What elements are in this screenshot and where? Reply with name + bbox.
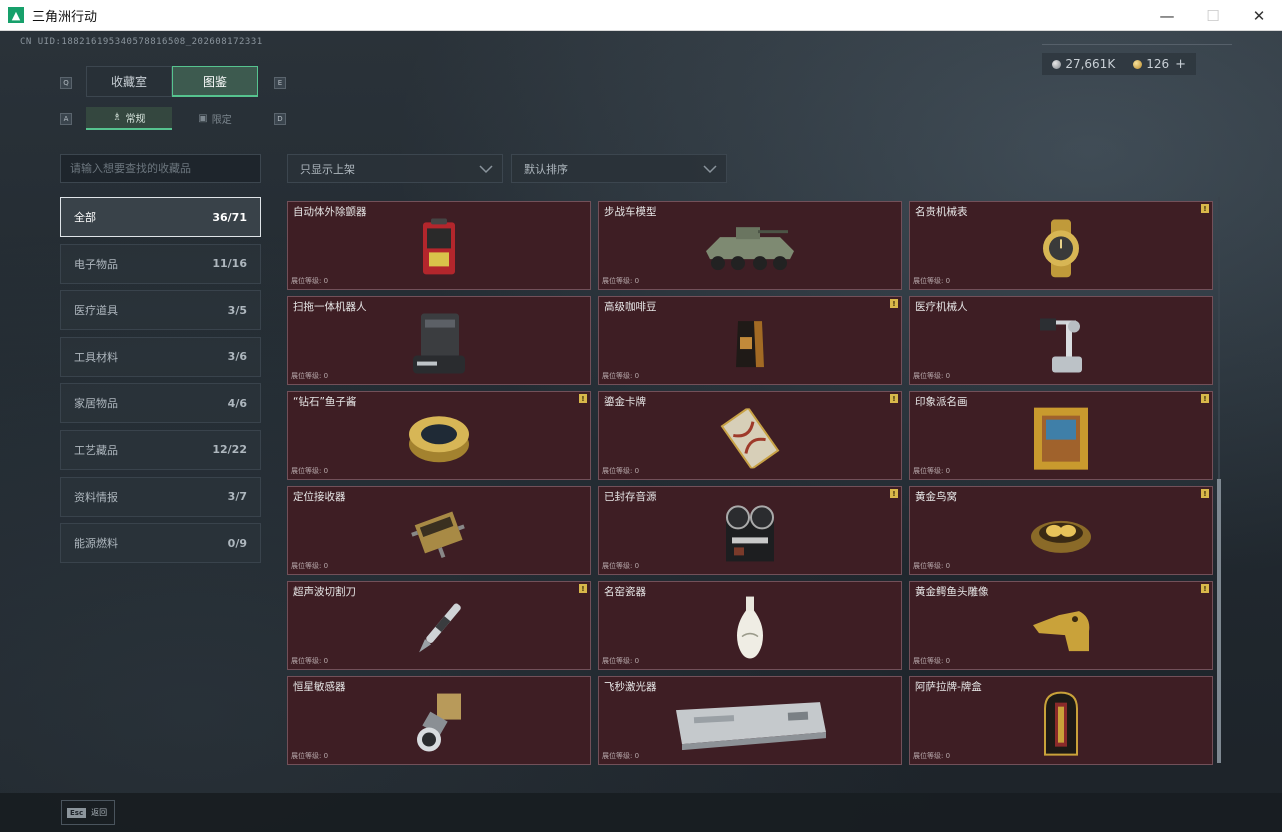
category-medical[interactable]: 医疗道具 3/5	[60, 290, 261, 331]
item-card[interactable]: 高级咖啡豆 ! 展位等级: 0	[598, 296, 902, 385]
golden-nest-icon	[1031, 520, 1091, 553]
item-card[interactable]: 鎏金卡牌 ! 展位等级: 0	[598, 391, 902, 480]
item-card[interactable]: 自动体外除颤器 展位等级: 0	[287, 201, 591, 290]
new-item-badge: !	[579, 584, 587, 593]
caviar-tin-icon	[409, 415, 469, 462]
category-crafts[interactable]: 工艺藏品 12/22	[60, 429, 261, 470]
silver-currency: 27,661K	[1052, 57, 1115, 71]
item-card[interactable]: 定位接收器 展位等级: 0	[287, 486, 591, 575]
item-card[interactable]: 阿萨拉牌-牌盒 展位等级: 0	[909, 676, 1213, 765]
item-card[interactable]: 黄金鳄鱼头雕像 ! 展位等级: 0	[909, 581, 1213, 670]
item-card[interactable]: 超声波切割刀 ! 展位等级: 0	[287, 581, 591, 670]
item-card[interactable]: 名贵机械表 ! 展位等级: 0	[909, 201, 1213, 290]
currency-bar: 27,661K 126 +	[1042, 53, 1196, 75]
category-intel[interactable]: 资料情报 3/7	[60, 476, 261, 517]
defibrillator-icon	[423, 217, 455, 274]
armored-vehicle-icon	[706, 226, 794, 270]
gold-currency: 126 +	[1133, 57, 1186, 72]
item-card[interactable]: 印象派名画 ! 展位等级: 0	[909, 391, 1213, 480]
tab-limited[interactable]: ▣ 限定	[172, 107, 258, 130]
gold-coin-icon	[1133, 59, 1143, 69]
item-card[interactable]: 黄金鸟窝 ! 展位等级: 0	[909, 486, 1213, 575]
medical-robot-icon	[1040, 317, 1082, 372]
reel-tape-icon	[726, 504, 774, 561]
gilded-card-icon	[720, 407, 780, 468]
new-item-badge: !	[890, 299, 898, 308]
header-divider	[1042, 44, 1232, 45]
shelf-filter-dropdown[interactable]: 只显示上架	[287, 154, 503, 183]
item-card[interactable]: 医疗机械人 展位等级: 0	[909, 296, 1213, 385]
item-card[interactable]: 已封存音源 ! 展位等级: 0	[598, 486, 902, 575]
key-hint-a: A	[60, 113, 72, 125]
grid-scrollbar-thumb[interactable]	[1217, 479, 1221, 763]
new-item-badge: !	[1201, 394, 1209, 403]
sort-dropdown[interactable]: 默认排序	[511, 154, 727, 183]
maximize-button[interactable]: ☐	[1190, 0, 1236, 31]
app-logo-icon: ▲	[8, 7, 24, 23]
tab-catalog[interactable]: 图鉴	[172, 66, 258, 97]
new-item-badge: !	[1201, 584, 1209, 593]
star-sensor-icon	[417, 693, 461, 752]
crocodile-statue-icon	[1033, 610, 1090, 651]
new-item-badge: !	[579, 394, 587, 403]
new-item-badge: !	[1201, 204, 1209, 213]
chevron-down-icon	[479, 164, 493, 173]
close-button[interactable]: ✕	[1236, 0, 1282, 31]
category-home[interactable]: 家居物品 4/6	[60, 383, 261, 424]
new-item-badge: !	[1201, 489, 1209, 498]
chevron-down-icon	[703, 164, 717, 173]
window-titlebar: ▲ 三角洲行动 — ☐ ✕	[0, 0, 1282, 31]
painting-icon	[1034, 407, 1088, 470]
coffee-bag-icon	[736, 320, 764, 367]
back-button[interactable]: Esc 返回	[61, 800, 115, 825]
esc-key-hint: Esc	[67, 807, 87, 818]
silver-coin-icon	[1052, 60, 1062, 69]
robot-vacuum-icon	[413, 313, 465, 374]
key-hint-q: Q	[60, 77, 72, 89]
key-hint-e: E	[274, 77, 286, 89]
watch-icon	[1043, 218, 1079, 277]
category-list: 全部 36/71 电子物品 11/16 医疗道具 3/5 工具材料 3/6 家居物品 4/…	[60, 197, 261, 570]
new-item-badge: !	[890, 489, 898, 498]
search-input[interactable]	[60, 154, 261, 183]
card-box-icon	[1044, 691, 1078, 756]
category-electronics[interactable]: 电子物品 11/16	[60, 243, 261, 284]
tab-collection-room[interactable]: 收藏室	[86, 66, 172, 97]
sub-tabs: ♗ 常规 ▣ 限定	[86, 107, 258, 130]
main-tabs: 收藏室 图鉴	[86, 66, 258, 97]
new-item-badge: !	[890, 394, 898, 403]
item-card[interactable]: 扫拖一体机器人 展位等级: 0	[287, 296, 591, 385]
regular-icon: ♗	[112, 112, 122, 123]
key-hint-d: D	[274, 113, 286, 125]
collection-grid: 自动体外除颤器 展位等级: 0 步战车模型 展位等级: 0 名贵机械表 ! 展位…	[287, 201, 1213, 765]
receiver-icon	[411, 511, 465, 558]
item-card[interactable]: 恒星敏感器 展位等级: 0	[287, 676, 591, 765]
game-client: CN UID:18821619534057881650​8_2026081723…	[0, 31, 1282, 832]
window-controls: — ☐ ✕	[1144, 0, 1282, 31]
tab-regular[interactable]: ♗ 常规	[86, 107, 172, 130]
item-card[interactable]: 飞秒激光器 展位等级: 0	[598, 676, 902, 765]
item-card[interactable]: 名窑瓷器 展位等级: 0	[598, 581, 902, 670]
add-currency-button[interactable]: +	[1175, 57, 1186, 72]
porcelain-vase-icon	[737, 596, 763, 659]
limited-icon: ▣	[198, 113, 208, 124]
category-energy[interactable]: 能源燃料 0/9	[60, 523, 261, 564]
window-title: 三角洲行动	[32, 9, 98, 25]
ultrasonic-cutter-icon	[419, 603, 461, 652]
item-card[interactable]: “钻石”鱼子酱 ! 展位等级: 0	[287, 391, 591, 480]
uid-label: CN UID:18821619534057881650​8_2026081723…	[20, 37, 263, 47]
bottom-bar	[0, 793, 1282, 832]
minimize-button[interactable]: —	[1144, 0, 1190, 31]
femtosecond-laser-icon	[676, 701, 826, 750]
category-all[interactable]: 全部 36/71	[60, 197, 261, 237]
item-card[interactable]: 步战车模型 展位等级: 0	[598, 201, 902, 290]
category-tools[interactable]: 工具材料 3/6	[60, 336, 261, 377]
